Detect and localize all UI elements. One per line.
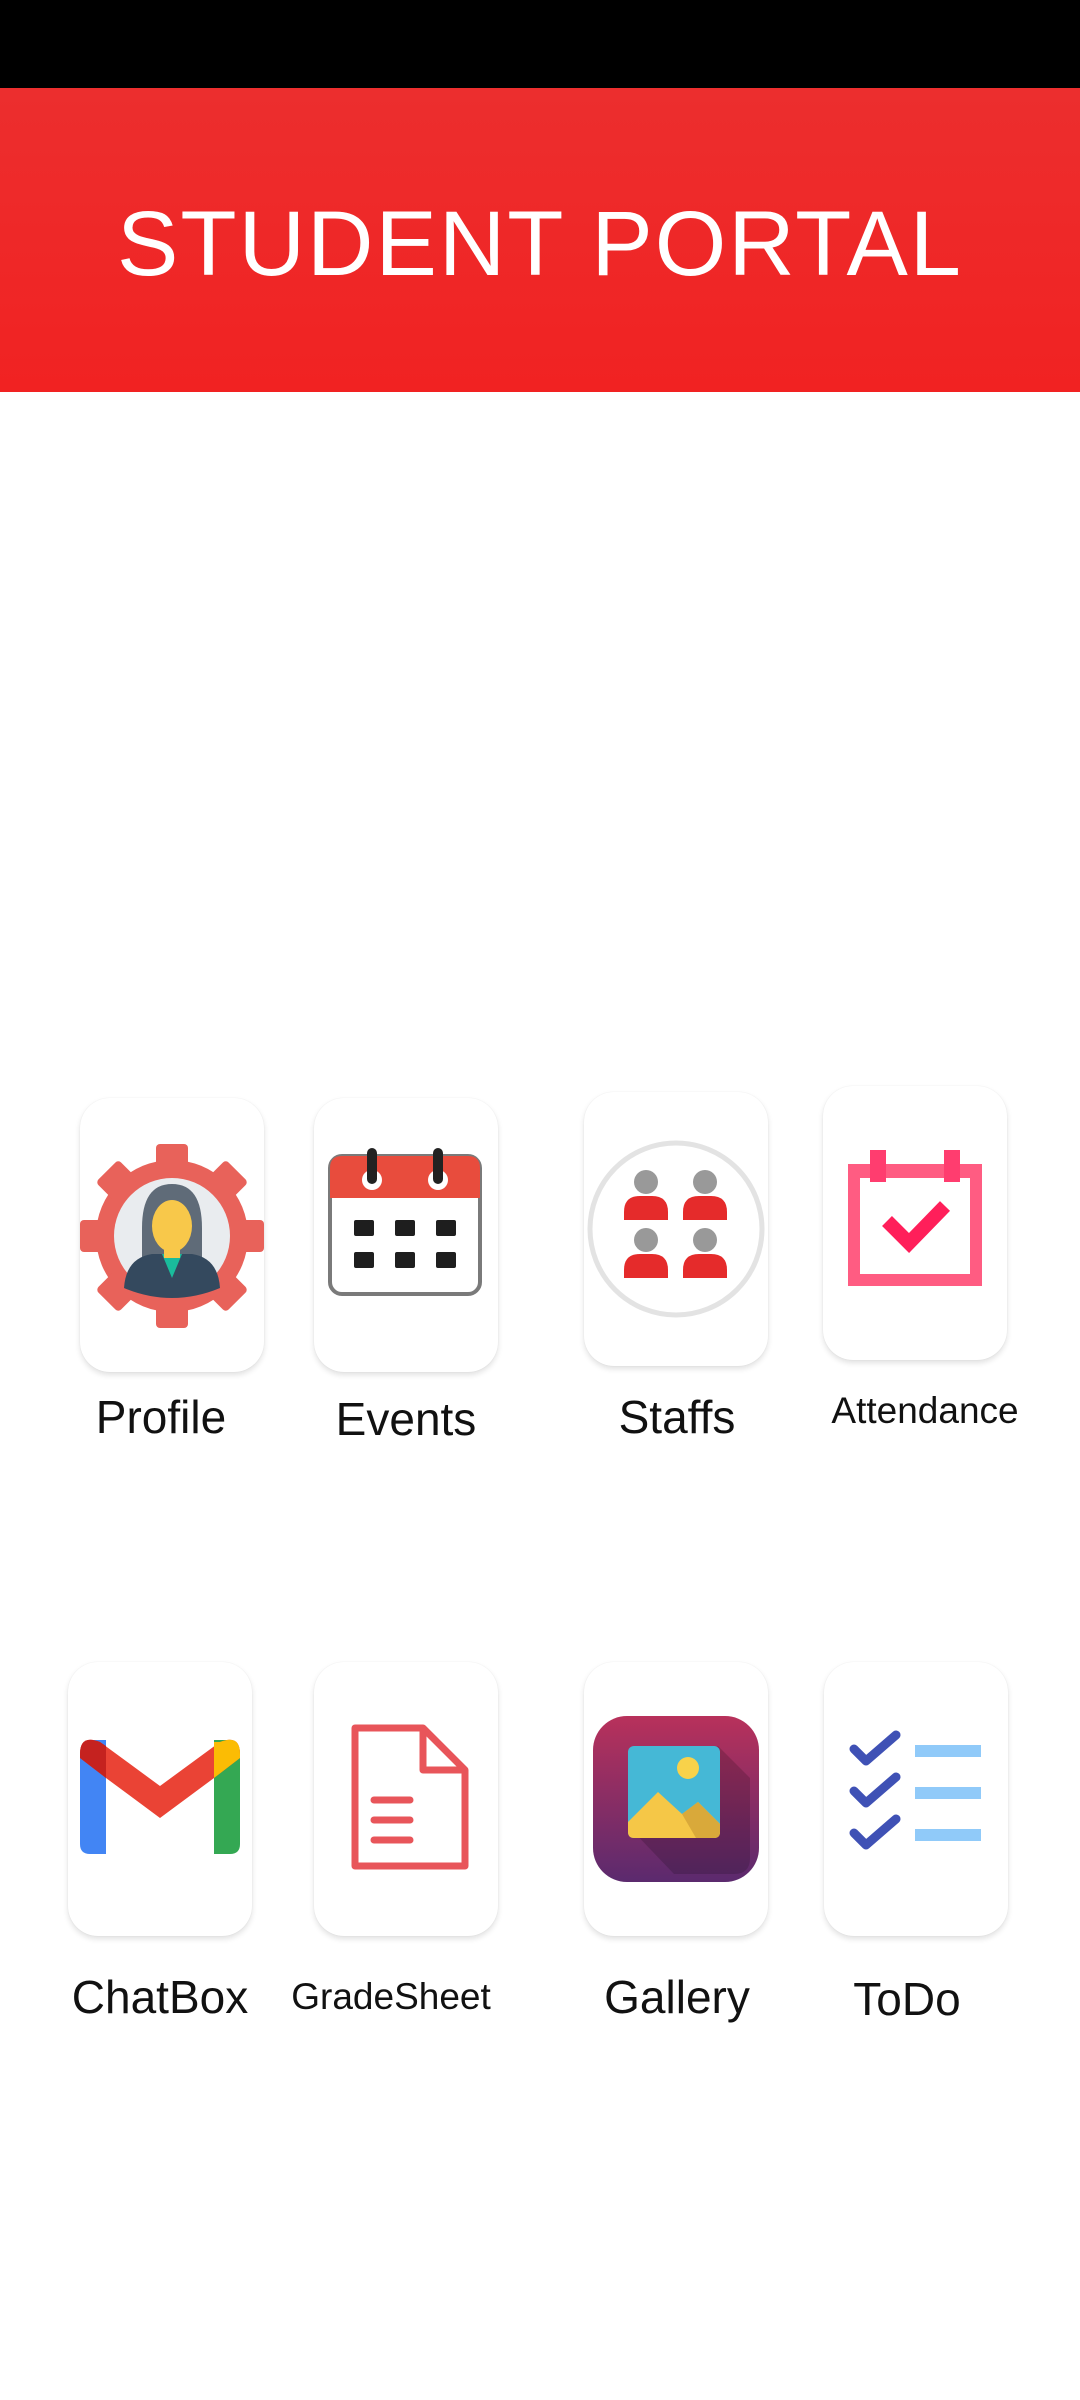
gradesheet-label: GradeSheet	[291, 1976, 491, 2017]
profile-tile[interactable]	[80, 1098, 264, 1372]
todo-label: ToDo	[853, 1973, 961, 2025]
attendance-check-icon	[848, 1150, 982, 1286]
staff-group-icon	[587, 1140, 765, 1318]
events-tile[interactable]	[314, 1098, 498, 1372]
gradesheet-tile[interactable]	[314, 1662, 498, 1936]
staffs-tile[interactable]	[584, 1092, 768, 1366]
gallery-label: Gallery	[604, 1971, 750, 2023]
calendar-icon	[328, 1148, 482, 1296]
status-bar	[0, 0, 1080, 88]
gmail-icon	[80, 1739, 240, 1854]
gallery-tile[interactable]	[584, 1662, 768, 1936]
todo-tile[interactable]	[824, 1662, 1008, 1936]
gallery-image-icon	[593, 1716, 759, 1882]
events-label: Events	[335, 1393, 477, 1445]
app-header: STUDENT PORTAL	[0, 88, 1080, 392]
checklist-icon	[849, 1730, 981, 1850]
chatbox-tile[interactable]	[68, 1662, 252, 1936]
profile-label: Profile	[95, 1391, 227, 1443]
page-title: STUDENT PORTAL	[117, 192, 963, 295]
document-icon	[351, 1724, 469, 1870]
chatbox-label: ChatBox	[71, 1971, 249, 2023]
profile-gear-icon	[80, 1144, 264, 1328]
attendance-tile[interactable]	[823, 1086, 1007, 1360]
attendance-label: Attendance	[831, 1390, 1019, 1431]
staffs-label: Staffs	[618, 1391, 736, 1443]
